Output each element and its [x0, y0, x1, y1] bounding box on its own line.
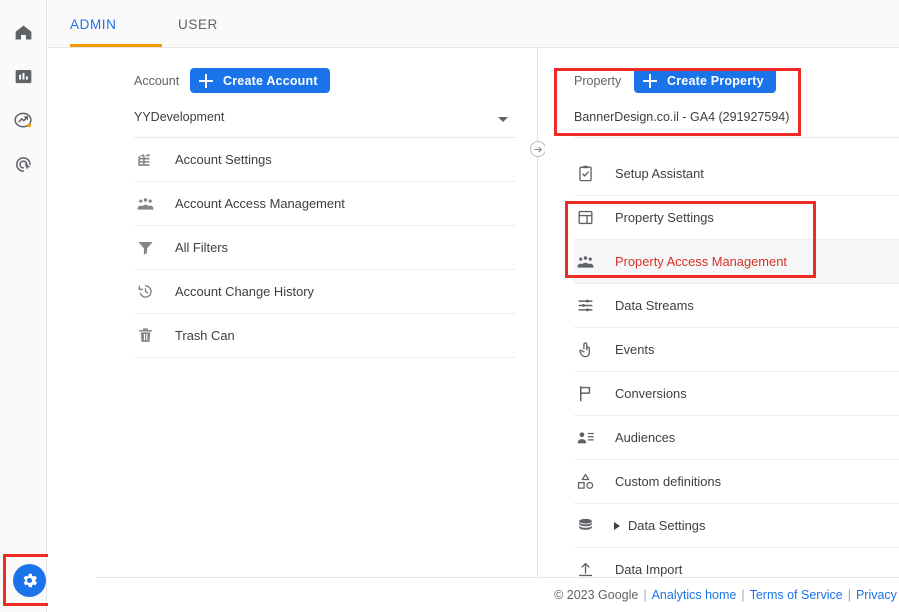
property-panel-header: Property Create Property [574, 60, 899, 108]
menu-item-label: Custom definitions [615, 474, 722, 489]
menu-item-conversions[interactable]: Conversions [574, 372, 899, 416]
tab-user[interactable]: USER [178, 0, 218, 48]
left-nav-rail [0, 0, 55, 612]
main-content: ADMIN USER Account Create Account YYDeve… [48, 0, 899, 612]
footer-link-privacy-policy[interactable]: Privacy Policy [856, 588, 899, 602]
building-icon [134, 149, 156, 171]
footer-separator: | [643, 588, 647, 602]
create-account-label: Create Account [223, 73, 318, 88]
menu-item-data-streams[interactable]: Data Streams [574, 284, 899, 328]
tab-bar: ADMIN USER [48, 0, 899, 48]
create-account-button[interactable]: Create Account [190, 68, 330, 93]
people-icon [574, 251, 596, 273]
property-panel: Property Create Property BannerDesign.co… [545, 48, 899, 592]
chevron-down-icon [498, 117, 508, 122]
tab-active-indicator [70, 44, 162, 47]
menu-item-label: Property Settings [615, 210, 714, 225]
footer-link-terms-of-service[interactable]: Terms of Service [750, 588, 843, 602]
menu-item-label: Audiences [615, 430, 676, 445]
menu-item-setup-assistant[interactable]: Setup Assistant [574, 152, 899, 196]
plus-icon [198, 73, 214, 89]
account-panel: Account Create Account YYDevelopment Acc… [48, 48, 530, 577]
property-selector[interactable]: BannerDesign.co.il - GA4 (291927594) [574, 108, 899, 138]
footer-separator: | [741, 588, 745, 602]
footer-copyright: © 2023 Google [554, 588, 639, 602]
footer-separator: | [847, 588, 851, 602]
property-selected-value: BannerDesign.co.il - GA4 (291927594) [574, 110, 790, 124]
create-property-label: Create Property [667, 73, 764, 88]
menu-item-account-change-history[interactable]: Account Change History [134, 270, 516, 314]
account-menu: Account Settings Account Access Manageme… [134, 138, 516, 358]
property-menu: Setup Assistant Property Settings Proper… [574, 152, 899, 592]
window-icon [574, 207, 596, 229]
menu-item-account-access-management[interactable]: Account Access Management [134, 182, 516, 226]
menu-item-label: Account Access Management [175, 196, 345, 211]
people-icon [134, 193, 156, 215]
flag-icon [574, 383, 596, 405]
footer: © 2023 Google | Analytics home | Terms o… [96, 577, 899, 612]
advertising-icon[interactable] [6, 146, 42, 182]
shapes-icon [574, 471, 596, 493]
menu-item-data-settings[interactable]: Data Settings [574, 504, 899, 548]
menu-item-label: Account Settings [175, 152, 272, 167]
reports-icon[interactable] [6, 58, 42, 94]
account-panel-header: Account Create Account [134, 60, 516, 108]
panel-divider [537, 48, 538, 577]
menu-item-label: Trash Can [175, 328, 235, 343]
rail-icon-list [0, 14, 47, 190]
audience-icon [574, 427, 596, 449]
menu-item-events[interactable]: Events [574, 328, 899, 372]
account-label: Account [134, 74, 180, 88]
menu-item-label: Data Import [615, 562, 683, 577]
menu-item-property-access-management[interactable]: Property Access Management [574, 240, 899, 284]
menu-item-label: Account Change History [175, 284, 315, 299]
plus-icon [642, 73, 658, 89]
menu-item-label: Data Settings [628, 518, 706, 533]
tap-icon [574, 339, 596, 361]
admin-panels: Account Create Account YYDevelopment Acc… [48, 48, 899, 592]
history-icon [134, 281, 156, 303]
trash-icon [134, 325, 156, 347]
streams-icon [574, 295, 596, 317]
database-icon [574, 515, 596, 537]
create-property-button[interactable]: Create Property [634, 68, 776, 93]
property-label: Property [574, 74, 622, 88]
menu-item-account-settings[interactable]: Account Settings [134, 138, 516, 182]
menu-item-property-settings[interactable]: Property Settings [574, 196, 899, 240]
menu-item-label: Data Streams [615, 298, 694, 313]
footer-link-analytics-home[interactable]: Analytics home [652, 588, 737, 602]
menu-item-label: Conversions [615, 386, 687, 401]
menu-item-trash-can[interactable]: Trash Can [134, 314, 516, 358]
menu-item-audiences[interactable]: Audiences [574, 416, 899, 460]
menu-item-label: Property Access Management [615, 254, 787, 269]
account-selected-value: YYDevelopment [134, 110, 225, 124]
home-icon[interactable] [6, 14, 42, 50]
expand-triangle-icon[interactable] [614, 521, 620, 530]
funnel-icon [134, 237, 156, 259]
clipboard-check-icon [574, 163, 596, 185]
tab-admin[interactable]: ADMIN [70, 0, 117, 48]
menu-item-all-filters[interactable]: All Filters [134, 226, 516, 270]
menu-item-label: Setup Assistant [615, 166, 704, 181]
gear-icon[interactable] [12, 563, 46, 597]
collapse-panel-arrow-icon[interactable] [530, 141, 546, 157]
account-selector[interactable]: YYDevelopment [134, 108, 516, 138]
analytics-admin-screen: ADMIN USER Account Create Account YYDeve… [0, 0, 899, 612]
menu-item-label: All Filters [175, 240, 228, 255]
menu-item-custom-definitions[interactable]: Custom definitions [574, 460, 899, 504]
menu-item-label: Events [615, 342, 655, 357]
explore-icon[interactable] [6, 102, 42, 138]
